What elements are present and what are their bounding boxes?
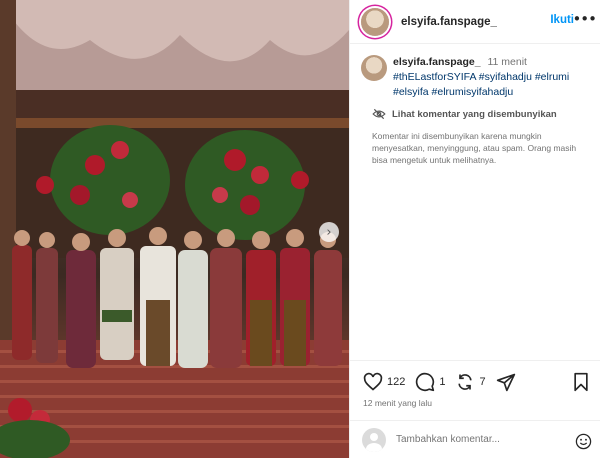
show-hidden-comments-label: Lihat komentar yang disembunyikan: [392, 108, 557, 120]
caption: elsyifa.fanspage_ 11 menit #thELastforSY…: [361, 55, 591, 100]
repost-icon[interactable]: [455, 372, 475, 392]
caption-username[interactable]: elsyifa.fanspage_: [393, 56, 481, 68]
bookmark-icon[interactable]: [572, 372, 590, 392]
author-avatar[interactable]: [361, 7, 389, 36]
caption-time: 11 menit: [487, 56, 527, 68]
next-photo-button[interactable]: ›: [319, 222, 339, 242]
like-count[interactable]: 122: [387, 376, 405, 388]
comment-bar: [350, 420, 600, 458]
caption-avatar[interactable]: [361, 55, 387, 81]
post-header: elsyifa.fanspage_ Ikuti •••: [350, 0, 600, 44]
actions-divider: [350, 360, 600, 361]
follow-button[interactable]: Ikuti: [550, 14, 574, 26]
repost-count[interactable]: 7: [479, 376, 485, 388]
hidden-comments-note: Komentar ini disembunyikan karena mungki…: [372, 131, 577, 165]
wedding-photo-illustration: [0, 0, 349, 458]
comment-count[interactable]: 1: [439, 376, 445, 388]
show-hidden-comments-button[interactable]: Lihat komentar yang disembunyikan: [372, 108, 557, 120]
heart-icon[interactable]: [363, 372, 383, 392]
caption-hashtags[interactable]: #thELastforSYIFA #syifahadju #elrumi #el…: [393, 71, 569, 98]
action-bar: 122 1 7: [363, 372, 516, 392]
eye-slash-icon: [372, 108, 386, 120]
more-options-icon[interactable]: •••: [572, 10, 597, 28]
share-icon[interactable]: [496, 372, 516, 392]
emoji-icon[interactable]: [575, 433, 592, 450]
author-username[interactable]: elsyifa.fanspage_: [401, 16, 497, 28]
chevron-right-icon: ›: [326, 224, 332, 240]
comment-input[interactable]: [396, 434, 566, 445]
post-timestamp[interactable]: 12 menit yang lalu: [363, 398, 432, 408]
comment-icon[interactable]: [415, 372, 435, 392]
post-side-panel: elsyifa.fanspage_ Ikuti ••• elsyifa.fans…: [349, 0, 600, 458]
current-user-avatar: [362, 427, 386, 452]
post-photo[interactable]: ›: [0, 0, 349, 458]
